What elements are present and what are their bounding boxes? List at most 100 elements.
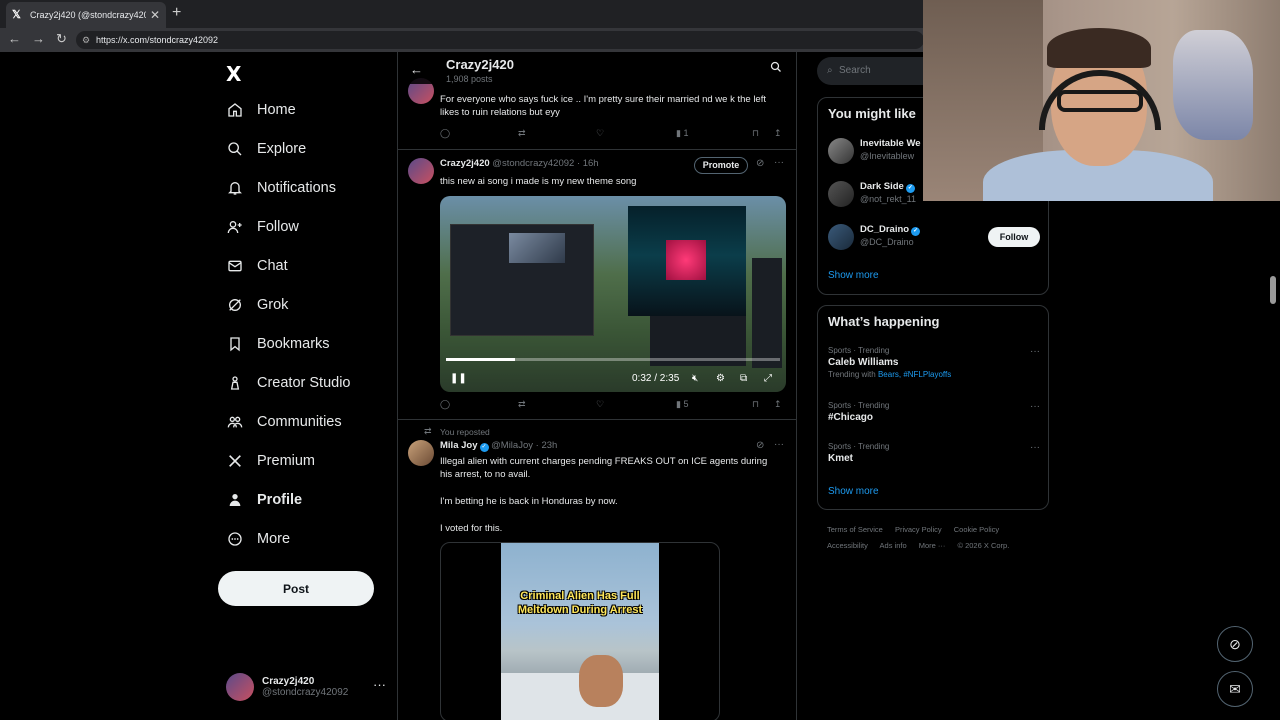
profile-header: ← Crazy2j420 1,908 posts — [398, 52, 796, 84]
forward-arrow-icon[interactable]: → — [32, 31, 45, 46]
author-name[interactable]: Crazy2j420 — [440, 158, 490, 169]
reply-icon[interactable]: ◯ — [440, 128, 450, 139]
trend-tags[interactable]: Bears, #NFLPlayoffs — [878, 370, 951, 379]
account-switcher[interactable]: Crazy2j420 @stondcrazy42092 ··· — [226, 669, 388, 705]
tweet[interactable]: Crazy2j420 @stondcrazy42092 · 16h Promot… — [398, 150, 796, 420]
video-frame-art — [666, 240, 706, 280]
promote-button[interactable]: Promote — [694, 157, 748, 174]
footer-link[interactable]: Accessibility — [827, 541, 868, 550]
nav-grok[interactable]: Grok — [226, 291, 288, 319]
nav-chat[interactable]: Chat — [226, 252, 288, 280]
video-player[interactable]: ❚❚ 0:32 / 2:35 🔇︎ ⚙ ⧉ ⤢ — [440, 196, 786, 392]
mute-icon[interactable]: 🔇︎ — [692, 373, 698, 384]
share-icon[interactable]: ↥ — [774, 399, 782, 410]
post-button[interactable]: Post — [218, 571, 374, 606]
settings-icon[interactable]: ⚙ — [716, 373, 725, 384]
more-dots-icon[interactable]: ··· — [1030, 346, 1040, 357]
nav-communities[interactable]: Communities — [226, 408, 342, 436]
nav-chat-label: Chat — [257, 258, 288, 274]
more-dots-icon[interactable]: ··· — [373, 677, 386, 692]
bookmark-icon[interactable]: ⊓ — [752, 128, 759, 139]
avatar — [408, 440, 434, 466]
pip-icon[interactable]: ⧉ — [740, 373, 747, 384]
repost-label: You reposted — [440, 427, 490, 437]
mail-icon[interactable]: ✉ — [1217, 671, 1253, 707]
nav-explore[interactable]: Explore — [226, 135, 306, 163]
more-dots-icon[interactable]: ··· — [774, 439, 784, 450]
share-icon[interactable]: ↥ — [774, 128, 782, 139]
back-arrow-icon[interactable]: ← — [410, 62, 423, 77]
more-dots-icon[interactable]: ··· — [1030, 442, 1040, 453]
close-tab-icon[interactable]: ✕ — [150, 8, 160, 22]
video-progress-bar[interactable] — [446, 358, 780, 361]
footer-link[interactable]: Cookie Policy — [954, 525, 999, 534]
trend-item[interactable]: Sports · Trending Caleb Williams Trendin… — [828, 346, 1040, 379]
author-handle[interactable]: @stondcrazy42092 — [492, 158, 574, 169]
trend-item[interactable]: Sports · Trending Kmet ··· — [828, 442, 1040, 464]
media-frame-face — [579, 655, 623, 707]
suggestion-name-text: Dark Side — [860, 181, 904, 192]
footer-link[interactable]: Ads info — [880, 541, 907, 550]
browser-tab[interactable]: 𝕏 Crazy2j420 (@stondcrazy42092) / ✕ — [6, 2, 166, 28]
nav-follow[interactable]: Follow — [226, 213, 299, 241]
nav-profile[interactable]: Profile — [226, 486, 302, 514]
fullscreen-icon[interactable]: ⤢ — [764, 373, 772, 384]
search-icon[interactable] — [770, 61, 782, 76]
author-handle[interactable]: @MilaJoy — [491, 440, 533, 451]
grok-icon[interactable]: ⊘ — [1217, 626, 1253, 662]
tweet-actions: ◯ ⇄ ♡ ▮ 1 ⊓ ↥ — [440, 128, 786, 142]
new-tab-button[interactable]: + — [172, 4, 181, 22]
grok-icon[interactable]: ⊘ — [756, 158, 764, 169]
show-more-link[interactable]: Show more — [828, 486, 879, 497]
nav-home-label: Home — [257, 102, 296, 118]
footer-link[interactable]: Privacy Policy — [895, 525, 942, 534]
tweet[interactable]: ⇄ You reposted Mila Joy ✓ @MilaJoy · 23h … — [398, 420, 796, 720]
follow-button[interactable]: Follow — [988, 227, 1040, 247]
left-navigation: X Home Explore Notifications Follow Chat… — [218, 52, 396, 720]
account-handle: @stondcrazy42092 — [262, 687, 349, 698]
suggestion-item[interactable]: DC_Draino ✓ @DC_Draino Follow — [828, 224, 1040, 254]
nav-premium[interactable]: Premium — [226, 447, 315, 475]
site-info-icon[interactable]: ⚙ — [82, 31, 90, 49]
back-arrow-icon[interactable]: ← — [8, 31, 21, 46]
verified-badge-icon: ✓ — [905, 184, 915, 193]
more-dots-icon[interactable]: ··· — [1030, 401, 1040, 412]
tweet-time[interactable]: · 23h — [536, 440, 558, 451]
nav-home[interactable]: Home — [226, 96, 296, 124]
avatar — [828, 181, 854, 207]
retweet-icon[interactable]: ⇄ — [518, 399, 526, 410]
verified-badge-icon: ✓ — [479, 443, 489, 452]
views-icon[interactable]: ▮ 1 — [676, 128, 688, 139]
nav-more[interactable]: More — [226, 525, 290, 553]
tweet-time[interactable]: · 16h — [577, 158, 599, 169]
scrollbar-thumb[interactable] — [1270, 276, 1276, 304]
suggestion-name: DC_Draino ✓ — [860, 224, 921, 236]
footer-link[interactable]: More ··· — [919, 541, 946, 550]
reply-icon[interactable]: ◯ — [440, 399, 450, 410]
bookmark-icon[interactable]: ⊓ — [752, 399, 759, 410]
reload-icon[interactable]: ↻ — [56, 31, 67, 47]
url-field[interactable]: ⚙ https://x.com/stondcrazy42092 — [76, 31, 924, 49]
card-title: What’s happening — [828, 314, 940, 329]
author-name[interactable]: Mila Joy — [440, 440, 478, 451]
more-dots-icon[interactable]: ··· — [774, 157, 784, 168]
pause-icon[interactable]: ❚❚ — [450, 373, 467, 384]
avatar — [828, 138, 854, 164]
like-icon[interactable]: ♡ — [596, 128, 604, 139]
trend-category: Sports · Trending — [828, 401, 890, 410]
media-card[interactable]: Criminal Alien Has Full Meltdown During … — [440, 542, 720, 720]
views-icon[interactable]: ▮ 5 — [676, 399, 688, 410]
account-name: Crazy2j420 — [262, 676, 315, 687]
nav-bookmarks[interactable]: Bookmarks — [226, 330, 330, 358]
like-icon[interactable]: ♡ — [596, 399, 604, 410]
show-more-link[interactable]: Show more — [828, 270, 879, 281]
trend-item[interactable]: Sports · Trending #Chicago ··· — [828, 401, 1040, 423]
x-logo-icon[interactable]: X — [226, 62, 241, 86]
nav-creator-studio[interactable]: Creator Studio — [226, 369, 351, 397]
nav-notifications[interactable]: Notifications — [226, 174, 336, 202]
grok-icon[interactable]: ⊘ — [756, 440, 764, 451]
url-text: https://x.com/stondcrazy42092 — [96, 35, 219, 45]
footer-link[interactable]: Terms of Service — [827, 525, 883, 534]
retweet-icon[interactable]: ⇄ — [518, 128, 526, 139]
grok-icon — [226, 296, 244, 314]
